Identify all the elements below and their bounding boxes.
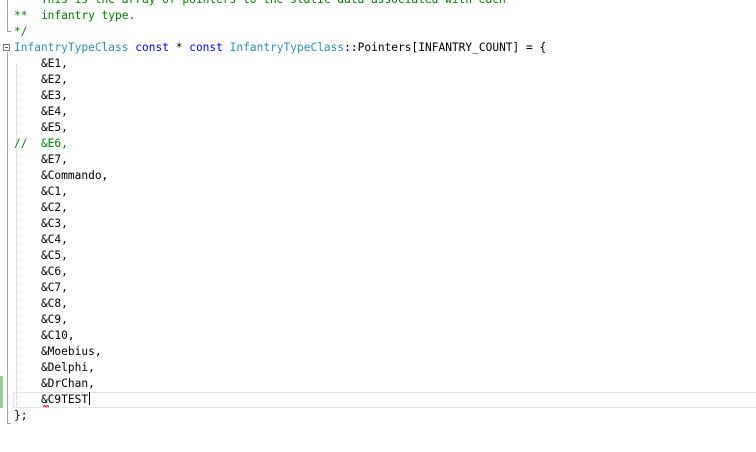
code-line[interactable]: &DrChan,: [0, 376, 756, 392]
code-line[interactable]: &E7,: [0, 152, 756, 168]
type-token: InfantryTypeClass: [229, 41, 345, 54]
commented-entry-text: // &E6,: [14, 137, 68, 150]
entry-text: &Commando,: [14, 169, 109, 182]
keyword-token: const: [135, 41, 169, 54]
code-line[interactable]: ** This is the array of pointers to the …: [0, 0, 756, 8]
entry-text: &E7,: [14, 153, 68, 166]
code-line[interactable]: &E3,: [0, 88, 756, 104]
entry-text: &C7,: [14, 281, 68, 294]
entry-text: &C4,: [14, 233, 68, 246]
code-line[interactable]: &C7,: [0, 280, 756, 296]
code-line[interactable]: &E5,: [0, 120, 756, 136]
code-line[interactable]: &E1,: [0, 56, 756, 72]
code-line[interactable]: &E2,: [0, 72, 756, 88]
entry-text: &E1,: [14, 57, 68, 70]
code-line[interactable]: &Moebius,: [0, 344, 756, 360]
code-line[interactable]: &C8,: [0, 296, 756, 312]
current-line-code: &C9TEST: [14, 392, 91, 408]
code-line[interactable]: // &E6,: [0, 136, 756, 152]
entry-text: &C9TEST: [14, 393, 89, 406]
declaration-text: InfantryTypeClass const * const Infantry…: [14, 40, 546, 56]
code-line[interactable]: &C6,: [0, 264, 756, 280]
operator-token: ::Pointers[INFANTRY_COUNT] = {: [344, 41, 547, 54]
code-line[interactable]: &Delphi,: [0, 360, 756, 376]
entry-text: &E2,: [14, 73, 68, 86]
entry-text: &DrChan,: [14, 377, 95, 390]
entry-text: &Delphi,: [14, 361, 95, 374]
code-line[interactable]: };: [0, 408, 756, 424]
code-line[interactable]: &C2,: [0, 200, 756, 216]
comment-text: ** This is the array of pointers to the …: [14, 0, 506, 8]
entry-text: &E4,: [14, 105, 68, 118]
keyword-token: const: [189, 41, 223, 54]
code-line[interactable]: &C4,: [0, 232, 756, 248]
entry-text: &C9,: [14, 313, 68, 326]
entry-text: &C3,: [14, 217, 68, 230]
code-line[interactable]: &C10,: [0, 328, 756, 344]
entry-text: &C1,: [14, 185, 68, 198]
closing-brace-text: };: [14, 409, 28, 422]
collapse-toggle-icon[interactable]: [3, 44, 10, 51]
code-line[interactable]: &C5,: [0, 248, 756, 264]
code-line[interactable]: &C1,: [0, 184, 756, 200]
comment-text: ** infantry type.: [14, 9, 136, 22]
text-caret: [89, 392, 91, 405]
operator-token: *: [175, 41, 183, 54]
comment-text: */: [14, 25, 28, 38]
entry-text: &C8,: [14, 297, 68, 310]
entry-text: &E5,: [14, 121, 68, 134]
code-line-current[interactable]: &C9TEST: [0, 392, 756, 408]
entry-text: &Moebius,: [14, 345, 102, 358]
code-line[interactable]: &C9,: [0, 312, 756, 328]
code-line[interactable]: &Commando,: [0, 168, 756, 184]
type-token: InfantryTypeClass: [14, 41, 129, 54]
entry-text: &E3,: [14, 89, 68, 102]
entry-text: &C10,: [14, 329, 75, 342]
code-line[interactable]: &C3,: [0, 216, 756, 232]
code-line[interactable]: &E4,: [0, 104, 756, 120]
code-line[interactable]: InfantryTypeClass const * const Infantry…: [0, 40, 756, 56]
code-editor[interactable]: ** This is the array of pointers to the …: [0, 0, 756, 452]
code-line[interactable]: ** infantry type.: [0, 8, 756, 24]
entry-text: &C6,: [14, 265, 68, 278]
entry-text: &C2,: [14, 201, 68, 214]
entry-text: &C5,: [14, 249, 68, 262]
code-line[interactable]: */: [0, 24, 756, 40]
